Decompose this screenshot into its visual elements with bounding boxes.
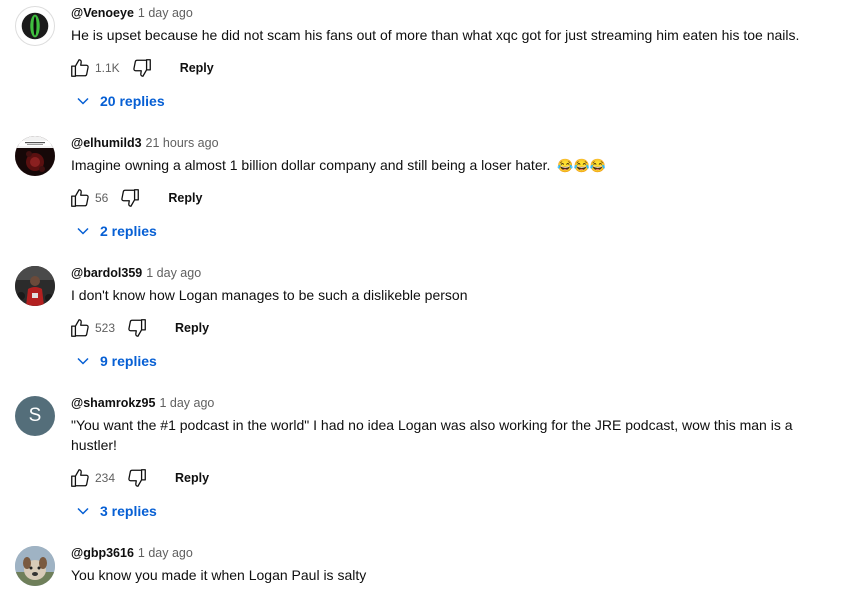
- like-count: 56: [95, 191, 109, 205]
- laughing-emoji-group: 😂😂😂: [557, 158, 606, 173]
- dog-photo-icon: [15, 546, 55, 586]
- comment-time[interactable]: 1 day ago: [146, 266, 201, 280]
- thumbs-up-icon: [71, 319, 89, 337]
- comment-time[interactable]: 1 day ago: [138, 546, 193, 560]
- avatar[interactable]: [15, 546, 55, 586]
- replies-count-label: 2 replies: [100, 223, 157, 239]
- like-count: 1.1K: [95, 61, 120, 75]
- reply-button[interactable]: Reply: [168, 191, 202, 205]
- dislike-button[interactable]: [130, 56, 154, 80]
- like-button[interactable]: [68, 466, 92, 490]
- comment-text: Imagine owning a almost 1 billion dollar…: [71, 155, 801, 176]
- comment-author[interactable]: @elhumild3: [71, 136, 142, 150]
- thumbs-down-icon: [128, 469, 146, 487]
- dislike-button[interactable]: [125, 316, 149, 340]
- reply-button[interactable]: Reply: [175, 321, 209, 335]
- chevron-down-icon: [77, 357, 89, 365]
- chevron-down-icon: [77, 507, 89, 515]
- comment-time[interactable]: 1 day ago: [159, 396, 214, 410]
- reply-button[interactable]: Reply: [180, 61, 214, 75]
- dark-red-artwork-icon: [15, 136, 55, 176]
- avatar[interactable]: [15, 6, 55, 46]
- avatar[interactable]: [15, 266, 55, 306]
- comment-text: "You want the #1 podcast in the world" I…: [71, 417, 793, 453]
- like-button[interactable]: [68, 56, 92, 80]
- view-replies-button[interactable]: 20 replies: [76, 90, 165, 112]
- comment-actions: 56 Reply: [68, 186, 202, 210]
- comment-text: You know you made it when Logan Paul is …: [71, 567, 367, 583]
- comment-author[interactable]: @shamrokz95: [71, 396, 155, 410]
- like-button[interactable]: [68, 186, 92, 210]
- avatar[interactable]: S: [15, 396, 55, 436]
- like-count: 523: [95, 321, 116, 335]
- comment-header: @elhumild3 21 hours ago: [71, 136, 219, 150]
- basketball-player-icon: [15, 266, 55, 306]
- reply-button[interactable]: Reply: [175, 471, 209, 485]
- dislike-button[interactable]: [118, 186, 142, 210]
- comment-text: I don't know how Logan manages to be suc…: [71, 287, 468, 303]
- comment-author[interactable]: @Venoeye: [71, 6, 134, 20]
- replies-count-label: 3 replies: [100, 503, 157, 519]
- comment-header: @shamrokz95 1 day ago: [71, 396, 214, 410]
- comment-text: He is upset because he did not scam his …: [71, 27, 800, 43]
- view-replies-button[interactable]: 9 replies: [76, 350, 157, 372]
- thumbs-down-icon: [128, 319, 146, 337]
- comment-header: @Venoeye 1 day ago: [71, 6, 193, 20]
- thumbs-up-icon: [71, 469, 89, 487]
- thumbs-down-icon: [121, 189, 140, 207]
- comment-author[interactable]: @bardol359: [71, 266, 142, 280]
- green-eye-icon: [16, 7, 54, 45]
- comment-actions: 1.1K Reply: [68, 56, 214, 80]
- like-button[interactable]: [68, 316, 92, 340]
- thumbs-up-icon: [71, 59, 89, 77]
- thumbs-up-icon: [71, 189, 89, 207]
- thumbs-down-icon: [132, 59, 151, 77]
- avatar-letter: S: [28, 405, 42, 426]
- comment-author[interactable]: @gbp3616: [71, 546, 134, 560]
- comment-time[interactable]: 21 hours ago: [146, 136, 219, 150]
- comment-actions: 234 Reply: [68, 466, 209, 490]
- chevron-down-icon: [77, 97, 89, 105]
- comment-time[interactable]: 1 day ago: [138, 6, 193, 20]
- comment-header: @bardol359 1 day ago: [71, 266, 201, 280]
- like-count: 234: [95, 471, 116, 485]
- replies-count-label: 9 replies: [100, 353, 157, 369]
- view-replies-button[interactable]: 3 replies: [76, 500, 157, 522]
- comment-text-body: Imagine owning a almost 1 billion dollar…: [71, 157, 551, 173]
- avatar[interactable]: [15, 136, 55, 176]
- dislike-button[interactable]: [125, 466, 149, 490]
- chevron-down-icon: [77, 227, 89, 235]
- comment-actions: 523 Reply: [68, 316, 209, 340]
- view-replies-button[interactable]: 2 replies: [76, 220, 157, 242]
- replies-count-label: 20 replies: [100, 93, 165, 109]
- comment-header: @gbp3616 1 day ago: [71, 546, 193, 560]
